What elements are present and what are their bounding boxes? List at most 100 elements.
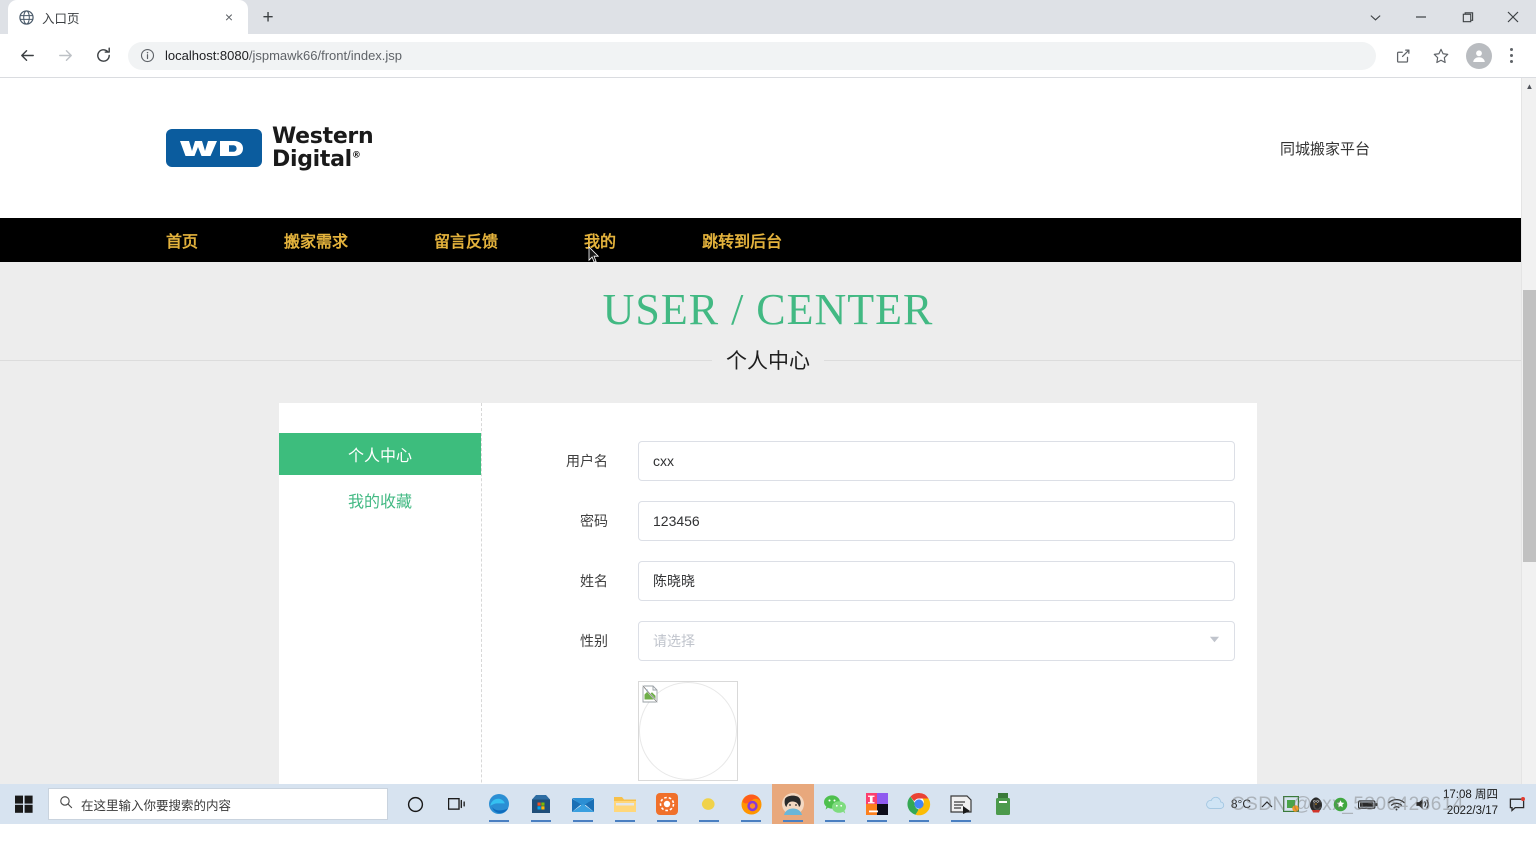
user-profile-form: 用户名 cxx 密码 123456 姓名 陈晓晓 性别 请选择 xyxy=(482,403,1257,824)
form-row-password: 密码 123456 xyxy=(544,500,1235,541)
maximize-icon[interactable] xyxy=(1444,0,1490,34)
nav-item-home[interactable]: 首页 xyxy=(166,228,198,252)
toolbar-right xyxy=(1384,39,1528,73)
taskbar-search-placeholder: 在这里输入你要搜索的内容 xyxy=(81,798,232,813)
chrome-icon[interactable] xyxy=(898,784,940,824)
file-explorer-icon[interactable] xyxy=(604,784,646,824)
green-shield-icon[interactable] xyxy=(1328,784,1353,824)
page-title-en: USER / CENTER xyxy=(602,285,934,334)
scroll-up-icon[interactable]: ▲ xyxy=(1522,78,1536,94)
chevron-down-icon xyxy=(1209,635,1220,647)
tab-title: 入口页 xyxy=(42,11,80,26)
label-name: 姓名 xyxy=(580,572,608,589)
microsoft-store-icon[interactable] xyxy=(520,784,562,824)
forward-icon xyxy=(48,39,82,73)
back-icon[interactable] xyxy=(10,39,44,73)
cortana-circle-icon[interactable] xyxy=(394,784,436,824)
user-center-card: 个人中心 我的收藏 用户名 cxx 密码 123456 姓名 陈晓晓 性别 请选… xyxy=(279,402,1257,824)
nav-item-moving-demand[interactable]: 搬家需求 xyxy=(284,228,348,252)
new-tab-button[interactable]: + xyxy=(254,3,282,31)
mail-icon[interactable] xyxy=(562,784,604,824)
info-circle-icon xyxy=(140,48,155,63)
page-title-cn-wrap: 个人中心 xyxy=(0,341,1536,379)
dark-app-icon[interactable] xyxy=(940,784,982,824)
avatar-app-icon[interactable] xyxy=(772,784,814,824)
minimize-icon[interactable] xyxy=(1398,0,1444,34)
profile-avatar[interactable] xyxy=(1466,42,1492,69)
cloud-icon xyxy=(1205,796,1225,813)
close-window-icon[interactable] xyxy=(1490,0,1536,34)
site-header: Western Digital® 同城搬家平台 xyxy=(0,78,1536,218)
page-scrollbar[interactable]: ▲ ▼ xyxy=(1521,78,1536,824)
qq-penguin-icon[interactable] xyxy=(1304,784,1328,824)
close-icon[interactable]: × xyxy=(220,8,238,26)
kebab-menu-icon[interactable] xyxy=(1498,41,1524,71)
weather-widget[interactable]: 8°C xyxy=(1200,784,1256,824)
label-gender: 性别 xyxy=(580,632,608,649)
sidebar-item-user-center[interactable]: 个人中心 xyxy=(279,432,481,475)
wd-logo-mark xyxy=(166,129,262,167)
browser-window: 入口页 × + localhost:8080/jspmawk66/front/i… xyxy=(0,0,1536,824)
start-button[interactable] xyxy=(0,784,48,824)
logo-line-1: Western xyxy=(272,123,374,149)
address-bar[interactable]: localhost:8080/jspmawk66/front/index.jsp xyxy=(128,41,1376,70)
browser-tab[interactable]: 入口页 × xyxy=(8,0,248,34)
url-host: localhost:8080 xyxy=(165,48,249,63)
scrollbar-thumb[interactable] xyxy=(1523,290,1536,562)
form-row-name: 姓名 陈晓晓 xyxy=(544,560,1235,601)
volume-icon[interactable] xyxy=(1410,784,1437,824)
window-controls xyxy=(1352,0,1536,34)
system-tray: 8°C 17:08 周四 2022/3/17 xyxy=(1200,784,1536,824)
gender-placeholder: 请选择 xyxy=(653,632,695,649)
edge-icon[interactable] xyxy=(478,784,520,824)
tray-app-icon[interactable] xyxy=(1278,784,1304,824)
main-nav: 首页 搬家需求 留言反馈 我的 跳转到后台 xyxy=(0,218,1536,262)
mouse-cursor xyxy=(588,246,600,269)
url-text: localhost:8080/jspmawk66/front/index.jsp xyxy=(165,48,402,63)
battery-icon[interactable] xyxy=(1353,784,1383,824)
username-input[interactable]: cxx xyxy=(638,440,1235,481)
temperature-text: 8°C xyxy=(1230,797,1252,811)
orange-app-icon[interactable] xyxy=(646,784,688,824)
taskbar-search-box[interactable]: 在这里输入你要搜索的内容 xyxy=(48,788,388,820)
site-title: 同城搬家平台 xyxy=(1279,140,1370,158)
notification-icon[interactable] xyxy=(1506,796,1528,812)
share-icon[interactable] xyxy=(1386,39,1420,73)
label-username: 用户名 xyxy=(566,452,608,469)
name-input[interactable]: 陈晓晓 xyxy=(638,560,1235,601)
page-viewport: Western Digital® 同城搬家平台 首页 搬家需求 留言反馈 我的 … xyxy=(0,78,1536,824)
clock-time: 17:08 周四 xyxy=(1443,789,1498,802)
reload-icon[interactable] xyxy=(86,39,120,73)
firefox-icon[interactable] xyxy=(730,784,772,824)
avatar-image-placeholder xyxy=(638,680,738,781)
wechat-icon[interactable] xyxy=(814,784,856,824)
wifi-icon[interactable] xyxy=(1383,784,1410,824)
yellow-app-icon[interactable] xyxy=(688,784,730,824)
intellij-idea-icon[interactable] xyxy=(856,784,898,824)
url-path: /jspmawk66/front/index.jsp xyxy=(248,48,403,63)
star-icon[interactable] xyxy=(1424,39,1458,73)
nav-item-feedback[interactable]: 留言反馈 xyxy=(434,228,498,252)
page-body: USER / CENTER 个人中心 个人中心 我的收藏 用户名 cxx 密码 xyxy=(0,262,1536,824)
nav-items: 首页 搬家需求 留言反馈 我的 跳转到后台 xyxy=(0,228,868,252)
page-title-cn: 个人中心 xyxy=(712,344,824,375)
browser-toolbar: localhost:8080/jspmawk66/front/index.jsp xyxy=(0,34,1536,78)
tray-expand-icon[interactable] xyxy=(1256,784,1278,824)
tab-strip: 入口页 × + xyxy=(0,0,1536,34)
form-row-username: 用户名 cxx xyxy=(544,440,1235,481)
gender-select[interactable]: 请选择 xyxy=(638,620,1235,661)
form-row-gender: 性别 请选择 xyxy=(544,620,1235,661)
logo-line-2: Digital® xyxy=(272,147,361,172)
sidebar-item-my-favorites[interactable]: 我的收藏 xyxy=(279,479,481,521)
task-view-icon[interactable] xyxy=(436,784,478,824)
search-icon xyxy=(59,795,73,814)
password-input[interactable]: 123456 xyxy=(638,500,1235,541)
globe-icon xyxy=(18,9,34,25)
chevron-down-icon[interactable] xyxy=(1352,0,1398,34)
clock-date: 2022/3/17 xyxy=(1446,805,1498,817)
user-center-sidebar: 个人中心 我的收藏 xyxy=(279,402,482,824)
usb-app-icon[interactable] xyxy=(982,784,1024,824)
wd-logo-text: Western Digital® xyxy=(272,123,374,172)
taskbar-clock[interactable]: 17:08 周四 2022/3/17 xyxy=(1437,788,1506,819)
nav-item-admin[interactable]: 跳转到后台 xyxy=(702,228,782,252)
